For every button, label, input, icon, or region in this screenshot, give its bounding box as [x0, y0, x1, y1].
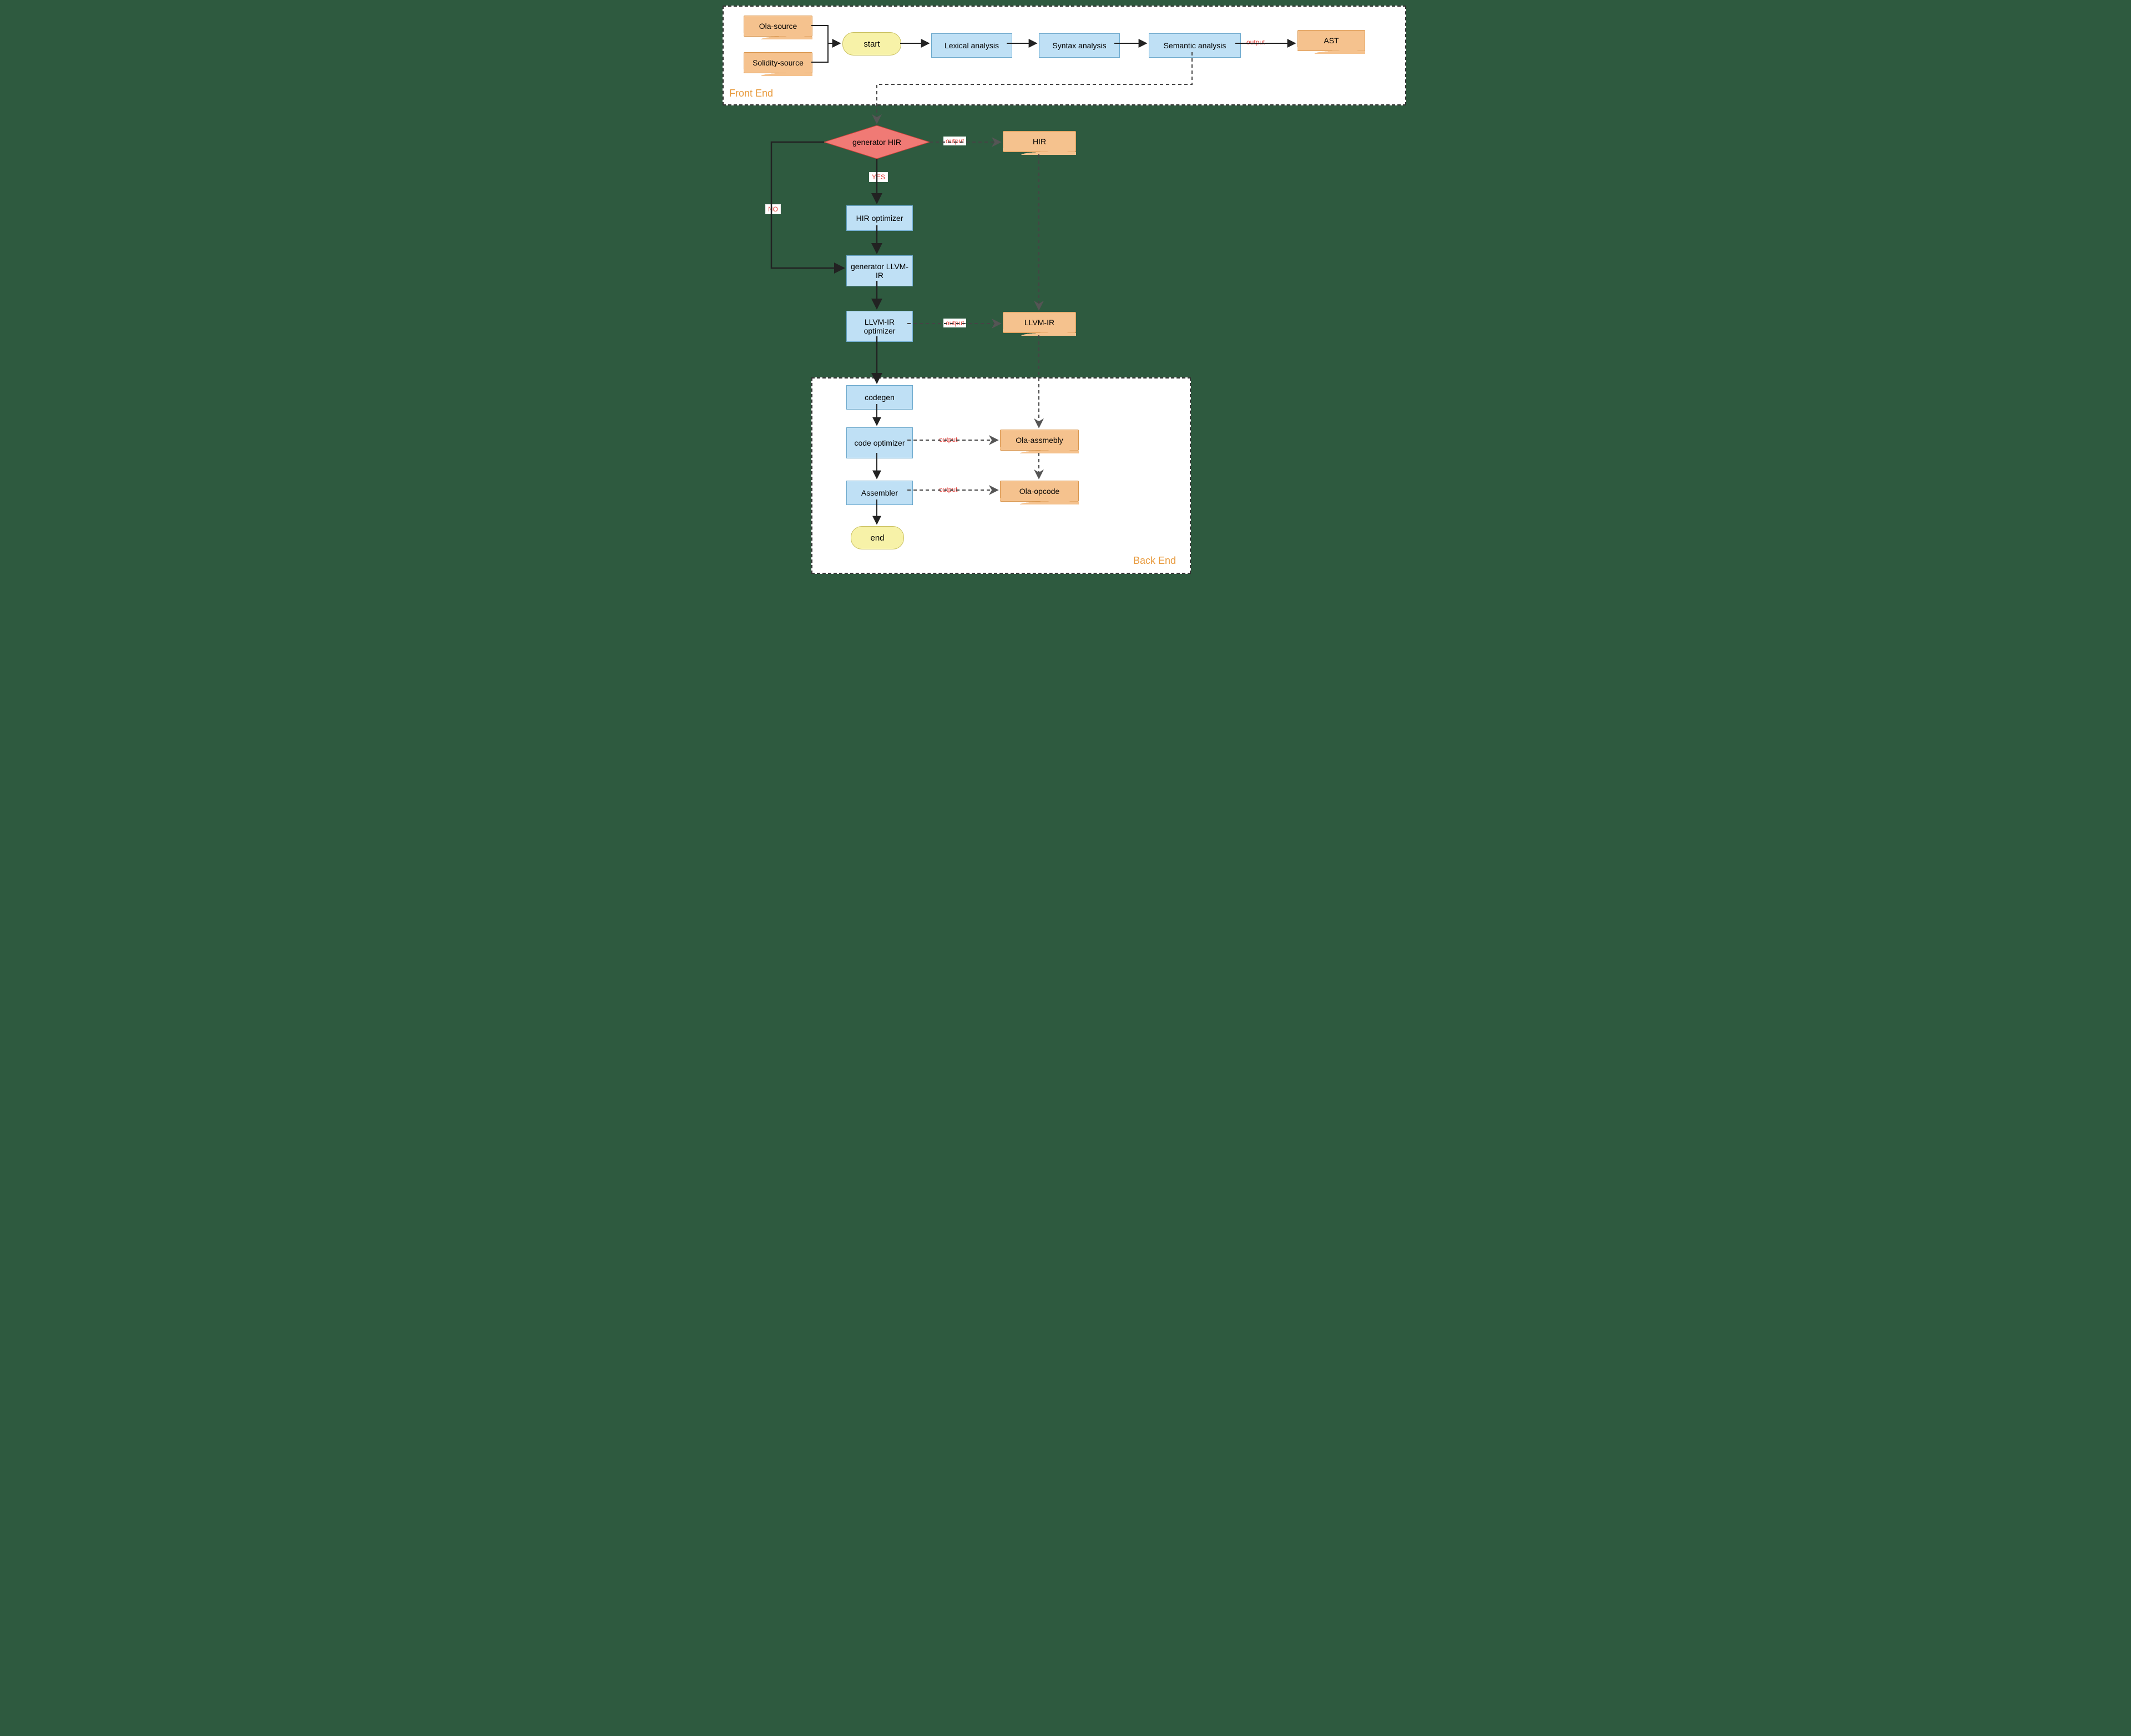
ola-source-doc: Ola-source — [744, 16, 812, 37]
front-end-label: Front End — [729, 88, 773, 99]
no-label: NO — [765, 204, 781, 214]
output-label-llvmopt-llvmir: output — [943, 319, 966, 327]
assembler-process: Assembler — [846, 481, 913, 505]
ola-assembly-doc: Ola-assmebly — [1000, 430, 1079, 451]
output-label-codeopt-asm: output — [937, 435, 960, 444]
code-optimizer-process: code optimizer — [846, 427, 913, 458]
lexical-process: Lexical analysis — [931, 33, 1012, 58]
output-label-assembler-opcode: output — [937, 485, 960, 494]
ast-doc: AST — [1297, 30, 1365, 51]
end-terminator: end — [851, 526, 904, 549]
llvm-ir-doc: LLVM-IR — [1003, 312, 1076, 333]
semantic-process: Semantic analysis — [1149, 33, 1241, 58]
back-end-label: Back End — [1133, 555, 1176, 567]
output-label-genhir-hir: output — [943, 137, 966, 145]
yes-label: YES — [869, 172, 888, 182]
flowchart-canvas: Front End Back End Ola-source Solidity-s… — [710, 0, 1421, 579]
llvm-optimizer-process: LLVM-IR optimizer — [846, 311, 913, 342]
start-terminator: start — [842, 32, 901, 55]
ola-opcode-doc: Ola-opcode — [1000, 481, 1079, 502]
solidity-source-doc: Solidity-source — [744, 52, 812, 73]
codegen-process: codegen — [846, 385, 913, 410]
hir-optimizer-process: HIR optimizer — [846, 205, 913, 231]
generator-llvm-process: generator LLVM-IR — [846, 255, 913, 286]
generator-hir-decision: generator HIR — [824, 125, 930, 159]
syntax-process: Syntax analysis — [1039, 33, 1120, 58]
output-label-semantic-ast: output — [1244, 38, 1267, 47]
hir-doc: HIR — [1003, 131, 1076, 152]
